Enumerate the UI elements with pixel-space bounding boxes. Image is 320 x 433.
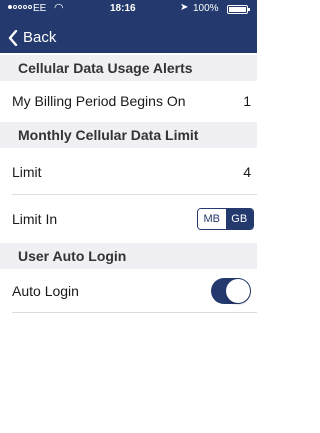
unit-segmented-control: MB GB bbox=[197, 208, 254, 230]
section-title: Cellular Data Usage Alerts bbox=[18, 60, 193, 76]
auto-login-row: Auto Login bbox=[0, 270, 257, 312]
row-divider bbox=[12, 312, 257, 313]
section-header-usage-alerts: Cellular Data Usage Alerts bbox=[0, 55, 257, 81]
status-time: 18:16 bbox=[110, 3, 136, 14]
battery-icon bbox=[227, 5, 250, 14]
auto-login-label: Auto Login bbox=[12, 283, 79, 299]
settings-screen: EE ◠ 18:16 ➤ 100% Back Cellular Data Usa… bbox=[0, 0, 257, 433]
auto-login-toggle[interactable] bbox=[211, 278, 251, 304]
unit-option-mb[interactable]: MB bbox=[198, 209, 226, 229]
limit-unit-label: Limit In bbox=[12, 211, 58, 227]
section-title: User Auto Login bbox=[18, 248, 127, 264]
toggle-knob bbox=[226, 279, 250, 303]
billing-period-label: My Billing Period Begins On bbox=[12, 93, 186, 109]
limit-value: 4 bbox=[243, 164, 251, 180]
limit-unit-row: Limit In MB GB bbox=[0, 200, 257, 238]
status-bar: EE ◠ 18:16 ➤ 100% bbox=[0, 0, 257, 18]
back-button[interactable]: Back bbox=[8, 29, 56, 46]
back-button-label: Back bbox=[23, 29, 57, 46]
chevron-left-icon bbox=[8, 29, 18, 46]
section-title: Monthly Cellular Data Limit bbox=[18, 127, 199, 143]
limit-label: Limit bbox=[12, 164, 42, 180]
row-divider bbox=[12, 194, 257, 195]
signal-strength-icon bbox=[8, 5, 32, 9]
section-header-auto-login: User Auto Login bbox=[0, 243, 257, 269]
navigation-bar: EE ◠ 18:16 ➤ 100% Back bbox=[0, 0, 257, 53]
limit-row[interactable]: Limit 4 bbox=[0, 150, 257, 194]
location-arrow-icon: ➤ bbox=[180, 2, 189, 13]
billing-period-row[interactable]: My Billing Period Begins On 1 bbox=[0, 82, 257, 120]
unit-option-gb[interactable]: GB bbox=[225, 209, 253, 229]
carrier-name: EE bbox=[33, 3, 47, 14]
battery-percentage: 100% bbox=[193, 3, 219, 14]
section-header-monthly-limit: Monthly Cellular Data Limit bbox=[0, 122, 257, 148]
wifi-icon: ◠ bbox=[54, 2, 64, 14]
billing-period-value: 1 bbox=[243, 93, 251, 109]
